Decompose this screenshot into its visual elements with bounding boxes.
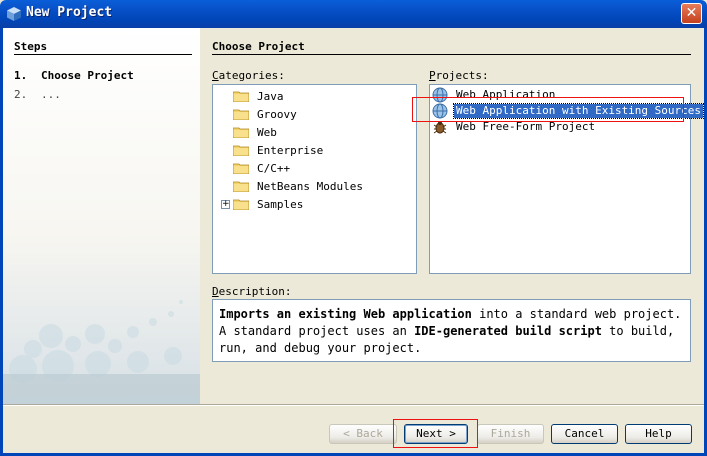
project-label: Web Application with Existing Sources xyxy=(452,103,705,119)
step-number: 2. xyxy=(14,88,28,101)
description-bold-1: Imports an existing Web application xyxy=(219,307,472,321)
folder-icon xyxy=(233,127,249,138)
category-label: Web xyxy=(257,126,277,139)
title-bar[interactable]: New Project ✕ xyxy=(0,0,707,28)
folder-icon xyxy=(233,145,249,156)
category-label: C/C++ xyxy=(257,162,291,175)
mnemonic-d: D xyxy=(212,285,219,298)
finish-button[interactable]: Finish xyxy=(477,424,544,444)
steps-divider xyxy=(14,54,192,55)
help-button[interactable]: Help xyxy=(625,424,692,444)
title-divider xyxy=(212,54,691,55)
project-label: Web Free-Form Project xyxy=(456,120,596,133)
description-label: Description: xyxy=(212,285,291,298)
page-title: Choose Project xyxy=(212,40,305,53)
folder-icon xyxy=(233,181,249,192)
category-label: Enterprise xyxy=(257,144,324,157)
close-button[interactable]: ✕ xyxy=(681,3,702,24)
steps-panel: Steps 1. Choose Project 2.... xyxy=(3,28,200,404)
globe-icon xyxy=(432,87,448,103)
projects-list[interactable]: Web Application Web Application with Exi… xyxy=(429,84,705,274)
categories-tree[interactable]: Java Groovy Web Enterprise C/C++ NetBean… xyxy=(212,84,417,274)
description-bold-2: IDE-generated build script xyxy=(414,324,602,338)
next-button[interactable]: Next > xyxy=(404,424,468,444)
netbeans-cube-icon xyxy=(7,7,21,21)
step-item-choose-project: 1. Choose Project xyxy=(14,69,134,82)
cancel-button[interactable]: Cancel xyxy=(551,424,618,444)
expand-icon[interactable]: + xyxy=(221,200,230,209)
step-number: 1. xyxy=(14,69,28,82)
folder-icon xyxy=(233,109,249,120)
step-label: Choose Project xyxy=(41,69,134,82)
button-bar-divider-highlight xyxy=(3,405,704,406)
step-item-next: 2.... xyxy=(14,88,61,101)
folder-icon xyxy=(233,199,249,210)
globe-icon xyxy=(432,103,448,119)
category-label: Java xyxy=(257,90,284,103)
description-label-text: escription: xyxy=(218,285,292,298)
categories-label-text: ategories: xyxy=(218,69,285,82)
categories-label: Categories: xyxy=(212,69,285,82)
category-label: Groovy xyxy=(257,108,297,121)
step-label: ... xyxy=(41,88,61,101)
bug-icon xyxy=(433,121,447,134)
mnemonic-p: P xyxy=(429,69,436,82)
steps-title: Steps xyxy=(14,40,48,53)
category-label: NetBeans Modules xyxy=(257,180,363,193)
window-title: New Project xyxy=(26,5,113,20)
folder-icon xyxy=(233,91,249,102)
mnemonic-c: C xyxy=(212,69,219,82)
description-text: Imports an existing Web application into… xyxy=(212,299,691,362)
close-icon: ✕ xyxy=(685,5,698,21)
category-label: Samples xyxy=(257,198,304,211)
folder-icon xyxy=(233,163,249,174)
decorative-bubbles-graphic xyxy=(3,300,200,404)
project-label: Web Application xyxy=(456,88,556,101)
projects-label: Projects: xyxy=(429,69,489,82)
back-button[interactable]: < Back xyxy=(329,424,397,444)
projects-label-text: rojects: xyxy=(435,69,489,82)
